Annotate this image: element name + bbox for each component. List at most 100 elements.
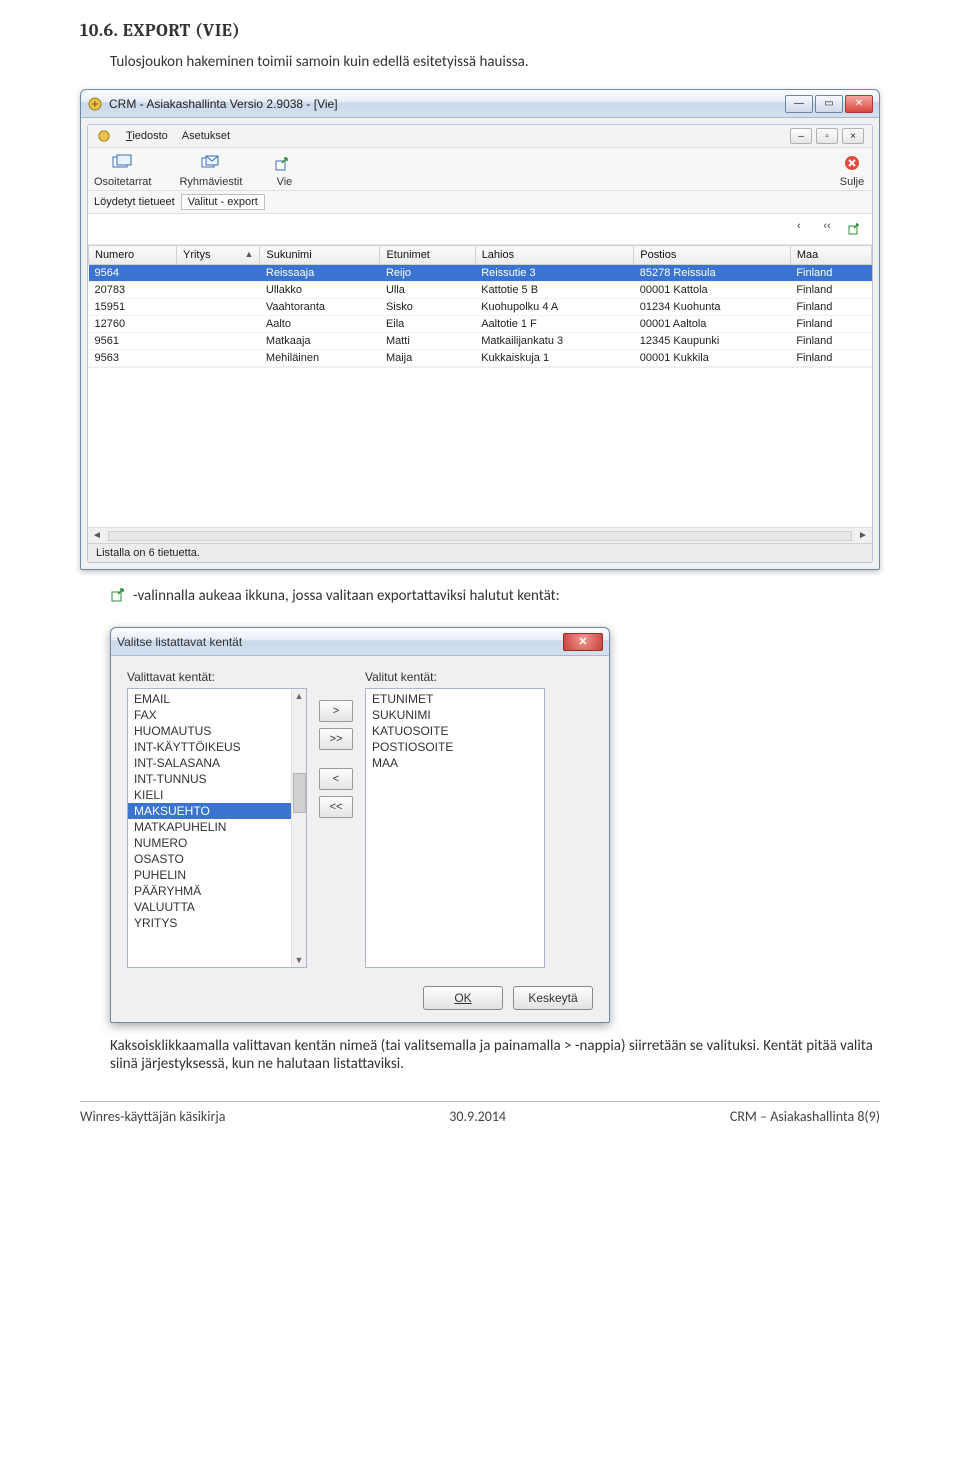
add-all-button[interactable]: >> (319, 728, 353, 750)
horizontal-scrollbar[interactable]: ◄ ► (88, 527, 872, 543)
child-minimize-button[interactable]: – (790, 128, 812, 144)
list-item[interactable]: OSASTO (128, 851, 306, 867)
table-row[interactable]: 20783UllakkoUllaKattotie 5 B00001 Kattol… (89, 282, 872, 299)
dialog-close-button[interactable]: ✕ (563, 633, 603, 651)
list-item[interactable]: EMAIL (128, 691, 306, 707)
list-item[interactable]: YRITYS (128, 915, 306, 931)
cell (176, 265, 259, 282)
list-item[interactable]: SUKUNIMI (366, 707, 544, 723)
available-label: Valittavat kentät: (127, 670, 307, 684)
table-header: NumeroYritys▲SukunimiEtunimetLahiosPosti… (89, 246, 872, 265)
scroll-thumb[interactable] (293, 773, 306, 813)
table-row[interactable]: 9564ReissaajaReijoReissutie 385278 Reiss… (89, 265, 872, 282)
nav-strip: ‹ ‹‹ (88, 214, 872, 245)
section-heading: 10.6. EXPORT (VIE) (80, 20, 880, 41)
cell: Kuohupolku 4 A (475, 299, 634, 316)
dialog-title: Valitse listattavat kentät (117, 635, 242, 649)
tool-label: Osoitetarrat (94, 176, 151, 188)
column-header[interactable]: Etunimet (380, 246, 475, 265)
cell (176, 350, 259, 367)
cancel-button[interactable]: Keskeytä (513, 986, 593, 1010)
cell: Kukkaiskuja 1 (475, 350, 634, 367)
list-item[interactable]: NUMERO (128, 835, 306, 851)
list-item[interactable]: MAA (366, 755, 544, 771)
found-strip: Löydetyt tietueet Valitut - export (88, 191, 872, 214)
list-item[interactable]: VALUUTTA (128, 899, 306, 915)
column-header[interactable]: Sukunimi (260, 246, 380, 265)
group-messages-icon (197, 152, 225, 174)
export-icon (110, 584, 130, 609)
cell (176, 316, 259, 333)
list-item[interactable]: FAX (128, 707, 306, 723)
menu-tiedosto[interactable]: Tiedosto (126, 130, 168, 142)
ok-button[interactable]: OK (423, 986, 503, 1010)
vertical-scrollbar[interactable]: ▲ ▼ (291, 689, 306, 967)
footer-left: Winres-käyttäjän käsikirja (80, 1108, 225, 1125)
scroll-down-icon[interactable]: ▼ (295, 953, 304, 967)
scroll-track[interactable] (108, 531, 852, 541)
cell: Sisko (380, 299, 475, 316)
list-item[interactable]: KIELI (128, 787, 306, 803)
toolbar: Osoitetarrat Ryhmäviestit Vie Sulje (88, 148, 872, 191)
add-button[interactable]: > (319, 700, 353, 722)
cell: Kattotie 5 B (475, 282, 634, 299)
selected-listbox[interactable]: ETUNIMETSUKUNIMIKATUOSOITEPOSTIOSOITEMAA (365, 688, 545, 968)
list-item[interactable]: ETUNIMET (366, 691, 544, 707)
close-button[interactable]: ✕ (845, 95, 873, 113)
column-header[interactable]: Numero (89, 246, 177, 265)
tool-osoitetarrat[interactable]: Osoitetarrat (94, 152, 151, 188)
table-row[interactable]: 12760AaltoEilaAaltotie 1 F00001 AaltolaF… (89, 316, 872, 333)
cell: Vaahtoranta (260, 299, 380, 316)
table-row[interactable]: 9561MatkaajaMattiMatkailijankatu 312345 … (89, 333, 872, 350)
column-header[interactable]: Yritys▲ (176, 246, 259, 265)
between-text: -valinnalla aukeaa ikkuna, jossa valitaa… (133, 587, 560, 605)
after-paragraph: Kaksoisklikkaamalla valittavan kentän ni… (110, 1037, 880, 1073)
nav-first[interactable]: ‹‹ (816, 220, 838, 238)
tool-vie[interactable]: Vie (270, 152, 298, 188)
scroll-right-icon[interactable]: ► (856, 530, 870, 541)
tool-sulje[interactable]: Sulje (838, 152, 866, 188)
child-close-button[interactable]: × (842, 128, 864, 144)
cell: Aaltotie 1 F (475, 316, 634, 333)
list-item[interactable]: PÄÄRYHMÄ (128, 883, 306, 899)
cell: Matti (380, 333, 475, 350)
remove-button[interactable]: < (319, 768, 353, 790)
sort-asc-icon: ▲ (244, 249, 253, 259)
found-chip: Valitut - export (181, 194, 265, 210)
cell: 01234 Kuohunta (634, 299, 791, 316)
list-item[interactable]: INT-KÄYTTÖIKEUS (128, 739, 306, 755)
available-listbox[interactable]: EMAILFAXHUOMAUTUSINT-KÄYTTÖIKEUSINT-SALA… (127, 688, 307, 968)
table-row[interactable]: 15951VaahtorantaSiskoKuohupolku 4 A01234… (89, 299, 872, 316)
cell (176, 282, 259, 299)
list-item[interactable]: HUOMAUTUS (128, 723, 306, 739)
table-empty-area (88, 367, 872, 527)
list-item[interactable]: INT-TUNNUS (128, 771, 306, 787)
nav-export-icon[interactable] (844, 220, 866, 238)
list-item[interactable]: INT-SALASANA (128, 755, 306, 771)
cell: Reissutie 3 (475, 265, 634, 282)
list-item[interactable]: POSTIOSOITE (366, 739, 544, 755)
column-header[interactable]: Lahios (475, 246, 634, 265)
cell: Reissaaja (260, 265, 380, 282)
maximize-button[interactable]: ▭ (815, 95, 843, 113)
column-header[interactable]: Postios (634, 246, 791, 265)
cell: 85278 Reissula (634, 265, 791, 282)
cell: Ullakko (260, 282, 380, 299)
list-item[interactable]: MAKSUEHTO (128, 803, 306, 819)
menu-asetukset[interactable]: Asetukset (182, 130, 230, 142)
child-restore-button[interactable]: ▫ (816, 128, 838, 144)
list-item[interactable]: KATUOSOITE (366, 723, 544, 739)
export-icon (270, 152, 298, 174)
nav-prev[interactable]: ‹ (788, 220, 810, 238)
found-label: Löydetyt tietueet (94, 196, 175, 208)
remove-all-button[interactable]: << (319, 796, 353, 818)
column-header[interactable]: Maa (790, 246, 871, 265)
scroll-left-icon[interactable]: ◄ (90, 530, 104, 541)
minimize-button[interactable]: — (785, 95, 813, 113)
table-row[interactable]: 9563MehiläinenMaijaKukkaiskuja 100001 Ku… (89, 350, 872, 367)
list-item[interactable]: MATKAPUHELIN (128, 819, 306, 835)
tool-ryhmaviestit[interactable]: Ryhmäviestit (179, 152, 242, 188)
cell: 20783 (89, 282, 177, 299)
scroll-up-icon[interactable]: ▲ (295, 689, 304, 703)
list-item[interactable]: PUHELIN (128, 867, 306, 883)
